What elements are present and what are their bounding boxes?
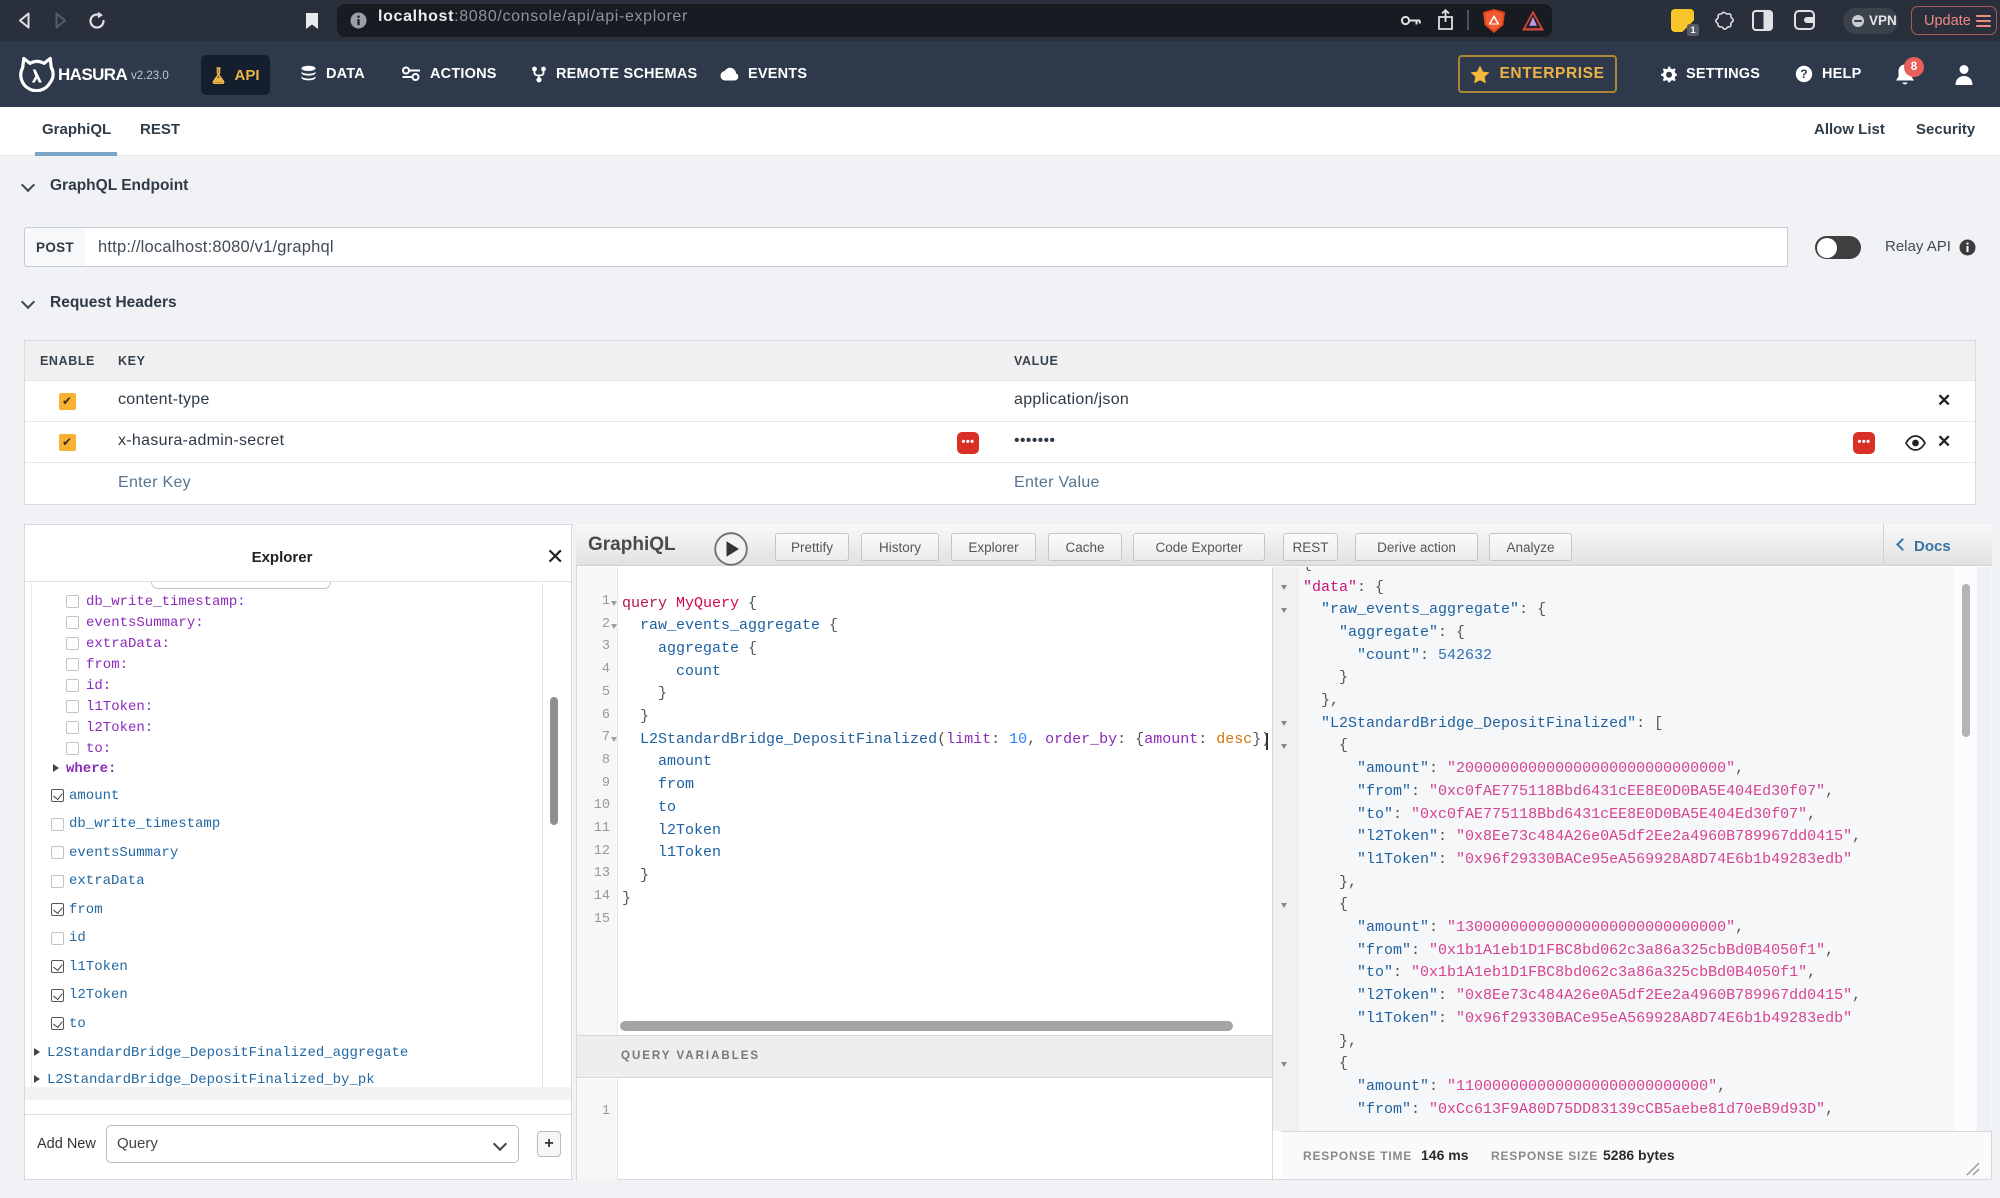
- svg-text:?: ?: [1800, 67, 1808, 81]
